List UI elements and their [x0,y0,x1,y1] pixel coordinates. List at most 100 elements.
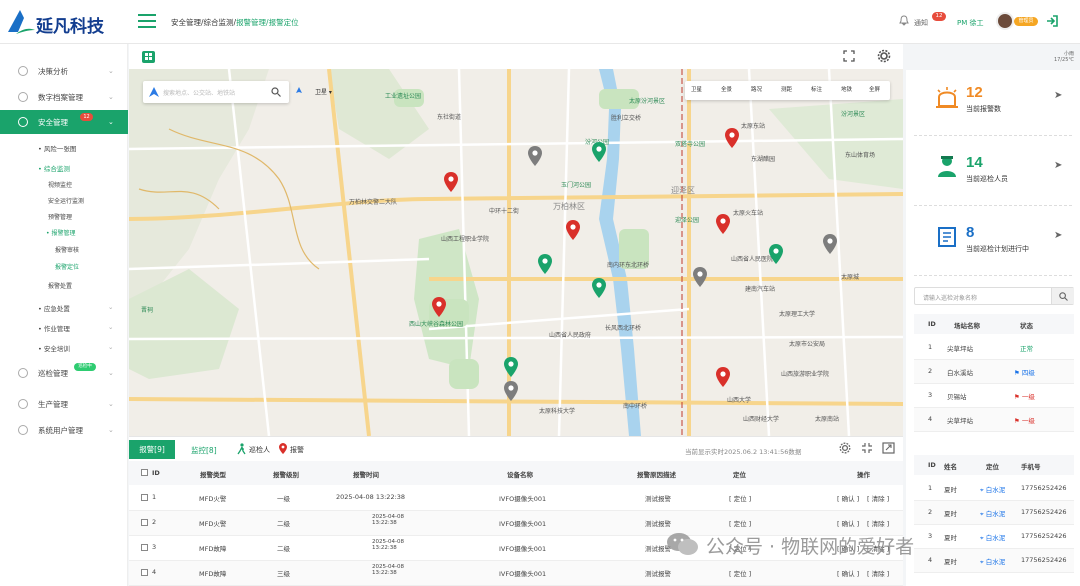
sidebar-item-safety[interactable]: 安全管理 12 ⌄ [0,110,128,134]
arrow-right-icon[interactable]: ➤ [1054,90,1062,101]
export-icon[interactable] [882,442,895,454]
table-row[interactable]: 4 MFD故障 三级 2025-04-08 13:22:38 IVFO摄像头00… [129,561,903,586]
menu-toggle-icon[interactable] [138,14,156,29]
row-checkbox[interactable] [141,544,148,551]
sidebar-item-production[interactable]: 生产管理 ⌄ [0,393,128,415]
row-time: 2025-04-08 13:22:38 [372,539,404,551]
map-search-input[interactable]: 搜索地点、公交站、地铁站 [163,88,235,97]
tool-fullscreen[interactable]: 全屏 [869,85,880,93]
locate-button[interactable]: [ 定位 ] [729,568,751,578]
stat-patrol-staff[interactable]: 14 当前巡检人员 ➤ [914,140,1072,206]
patrol-pin-icon[interactable] [538,254,552,274]
sidebar-item-users[interactable]: 系统用户管理 ⌄ [0,419,128,441]
grid-view-icon[interactable] [142,51,155,63]
stat-alarms[interactable]: 12 当前报警数 ➤ [914,70,1072,136]
patrol-pin-icon[interactable] [592,278,606,298]
table-row[interactable]: 4 尖草坪站 ⚑ 一级 [914,408,1074,432]
sub-training[interactable]: • 安全培训 ⌄ [38,343,113,353]
tool-subway[interactable]: 地铁 [841,85,852,93]
tool-measure[interactable]: 测距 [781,85,792,93]
route-icon[interactable] [148,86,160,98]
arrow-right-icon[interactable]: ➤ [1054,160,1062,171]
sub-alarm-review[interactable]: 报警审核 [55,245,79,254]
map-search-box[interactable]: 搜索地点、公交站、地铁站 [143,81,289,103]
table-row[interactable]: 3 贝锡站 ⚑ 一级 [914,384,1074,408]
patrol-pin-icon[interactable] [504,357,518,377]
row-checkbox[interactable] [141,519,148,526]
sub-monitor[interactable]: • 综合监测 [38,163,70,173]
user-name[interactable]: PM 徐工 [957,18,984,28]
sub-alarm-handle[interactable]: 报警处置 [48,281,72,290]
notify-label[interactable]: 通知 [914,18,928,28]
confirm-button[interactable]: [ 确认 ] [837,518,859,528]
sidebar-item-patrol[interactable]: 巡检管理 巡检中 ⌄ [0,362,128,384]
tab-monitor[interactable]: 监控[8] [191,445,217,456]
confirm-button[interactable]: [ 确认 ] [837,493,859,503]
tool-traffic[interactable]: 路况 [751,85,762,93]
row-reason-link[interactable]: 测试报警 [645,493,671,503]
row-checkbox[interactable] [141,494,148,501]
patrol-pin-icon[interactable] [592,142,606,162]
sub-risk-map[interactable]: • 风险一张图 [38,143,76,153]
gear-icon[interactable] [839,442,851,454]
alarm-pin-icon[interactable] [432,297,446,317]
status-text: 四级 [1021,369,1035,377]
sub-work[interactable]: • 作业管理 ⌄ [38,323,113,333]
sidebar-item-decision[interactable]: 决策分析 ⌄ [0,60,128,82]
tool-panorama[interactable]: 全景 [721,85,732,93]
sub-video[interactable]: 视频监控 [48,180,72,189]
alarm-pin-icon[interactable] [444,172,458,192]
stat-patrol-plans[interactable]: 8 当前巡检计划进行中 ➤ [914,210,1072,276]
collapse-icon[interactable] [861,442,873,454]
offline-pin-icon[interactable] [823,234,837,254]
locate-icon[interactable] [295,87,303,97]
site-search-input[interactable]: 请输入巡检对象名称 [923,293,977,302]
table-row[interactable]: 2 夏时 ⌖ 白水泥 17756252426 [914,501,1074,525]
alarm-pin-icon[interactable] [725,128,739,148]
tool-mark[interactable]: 标注 [811,85,822,93]
fullscreen-icon[interactable] [843,50,855,62]
patrol-pin-icon[interactable] [769,244,783,264]
confirm-button[interactable]: [ 确认 ] [837,568,859,578]
clear-button[interactable]: [ 清除 ] [867,493,889,503]
gear-icon[interactable] [877,49,891,63]
logout-icon[interactable] [1046,15,1058,27]
locate-button[interactable]: [ 定位 ] [729,518,751,528]
alarm-pin-icon[interactable] [716,367,730,387]
sub-safety-monitor[interactable]: 安全运行监测 [48,196,84,205]
search-icon[interactable] [271,87,281,97]
offline-pin-icon[interactable] [528,146,542,166]
alarm-pin-icon[interactable] [566,220,580,240]
locate-button[interactable]: [ 定位 ] [729,493,751,503]
map-view[interactable]: 搜索地点、公交站、地铁站 卫星 ▾ 卫星 全景 路况 测距 标注 地铁 全屏 工… [129,69,903,436]
site-search[interactable]: 请输入巡检对象名称 [914,287,1074,305]
sidebar-item-archive[interactable]: 数字档案管理 ⌄ [0,86,128,108]
location-link[interactable]: ⌖ 白水泥 [980,508,1005,519]
alarm-pin-icon[interactable] [716,214,730,234]
row-reason-link[interactable]: 测试报警 [645,568,671,578]
table-row[interactable]: 1 夏时 ⌖ 白水泥 17756252426 [914,477,1074,501]
row-reason-link[interactable]: 测试报警 [645,518,671,528]
select-all-checkbox[interactable] [141,469,148,476]
table-row[interactable]: 1 MFD火警 一级 2025-04-08 13:22:38 IVFO摄像头00… [129,486,903,511]
table-row[interactable]: 2 白水溪站 ⚑ 四级 [914,360,1074,384]
sub-emergency[interactable]: • 应急处置 ⌄ [38,303,113,313]
sub-alarm[interactable]: • 报警管理 [46,228,75,237]
site-search-button[interactable] [1051,288,1074,304]
sub-warning[interactable]: 预警管理 [48,212,72,221]
clear-button[interactable]: [ 清除 ] [867,518,889,528]
offline-pin-icon[interactable] [504,381,518,401]
tab-alarm[interactable]: 报警[9] [129,440,175,459]
bell-icon[interactable] [899,15,909,26]
layer-select[interactable]: 卫星 ▾ [315,87,332,96]
clear-button[interactable]: [ 清除 ] [867,568,889,578]
tool-satellite[interactable]: 卫星 [691,85,702,93]
offline-pin-icon[interactable] [693,267,707,287]
arrow-right-icon[interactable]: ➤ [1054,230,1062,241]
table-row[interactable]: 1 尖草坪站 正常 [914,336,1074,360]
avatar[interactable] [996,12,1014,30]
location-link[interactable]: ⌖ 白水泥 [980,484,1005,495]
sub-alarm-locate[interactable]: 报警定位 [55,262,79,271]
breadcrumb-main[interactable]: 安全管理/综合监测/ [171,18,236,27]
row-checkbox[interactable] [141,569,148,576]
